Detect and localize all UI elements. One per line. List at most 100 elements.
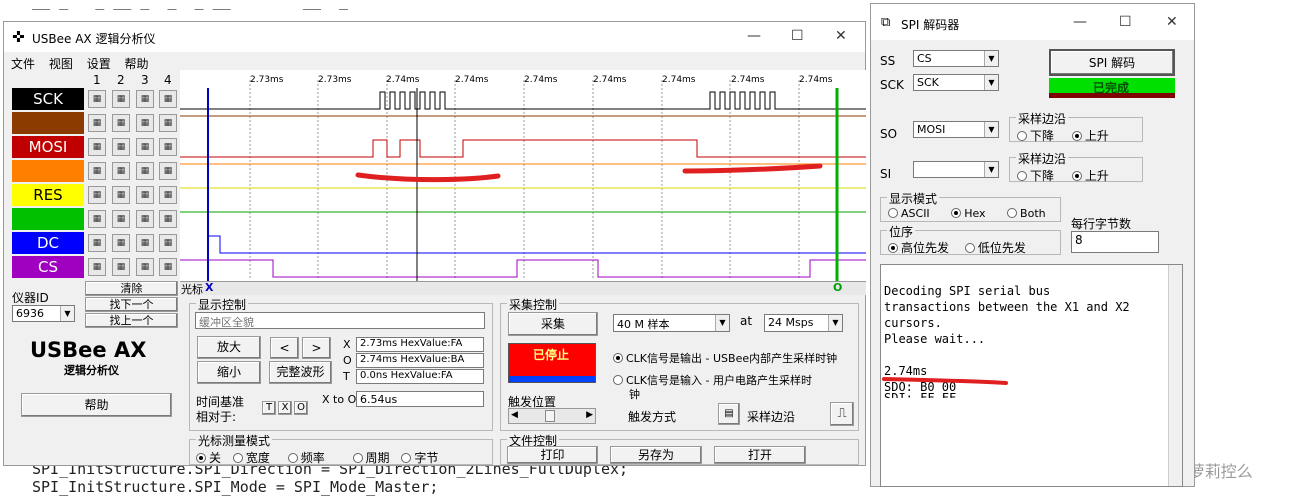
trigger-checkbox[interactable]: ▦	[159, 162, 177, 180]
trigger-checkbox[interactable]: ▦	[88, 186, 106, 204]
trigger-checkbox[interactable]: ▦	[159, 234, 177, 252]
trigger-checkbox[interactable]: ▦	[112, 162, 130, 180]
sample-edge-icon[interactable]: ⎍	[830, 402, 854, 426]
spi-decode-button[interactable]: SPI 解码	[1049, 49, 1175, 76]
trigger-checkbox[interactable]: ▦	[112, 114, 130, 132]
signal-label-ch4[interactable]	[12, 160, 84, 182]
timebase-o-button[interactable]: O	[294, 401, 308, 415]
cursor-x-marker[interactable]: X	[205, 281, 213, 294]
si-fall-radio[interactable]: 下降	[1017, 169, 1054, 183]
trigger-checkbox[interactable]: ▦	[136, 234, 154, 252]
trigger-checkbox[interactable]: ▦	[112, 258, 130, 276]
so-rise-radio[interactable]: 上升	[1071, 129, 1109, 143]
trigger-checkbox[interactable]: ▦	[136, 90, 154, 108]
trigger-checkbox[interactable]: ▦	[159, 210, 177, 228]
trigger-checkbox[interactable]: ▦	[112, 186, 130, 204]
zoom-out-button[interactable]: 缩小	[197, 361, 261, 384]
trigger-checkbox[interactable]: ▦	[112, 90, 130, 108]
signal-label-sck[interactable]: SCK	[12, 88, 84, 110]
clear-button[interactable]: 清除	[85, 281, 178, 296]
minimize-button[interactable]: —	[747, 28, 761, 44]
mode-width-radio[interactable]: 宽度	[232, 451, 270, 465]
both-radio[interactable]: Both	[1007, 207, 1046, 220]
signal-label-res[interactable]: RES	[12, 184, 84, 206]
spi-close-button[interactable]: ✕	[1166, 14, 1178, 30]
trigger-checkbox[interactable]: ▦	[159, 186, 177, 204]
so-select[interactable]: MOSI ▼	[913, 121, 999, 138]
close-button[interactable]: ✕	[835, 28, 847, 44]
clk-input-radio[interactable]: CLK信号是输入 - 用户电路产生采样时	[613, 372, 812, 388]
trigger-checkbox[interactable]: ▦	[136, 138, 154, 156]
sample-depth-select[interactable]: 40 M 样本 ▼	[613, 314, 730, 332]
lsb-first-radio[interactable]: 低位先发	[964, 241, 1026, 255]
trigger-checkbox[interactable]: ▦	[88, 138, 106, 156]
full-waveform-button[interactable]: 完整波形	[269, 361, 332, 384]
trigger-position-slider[interactable]: ◀ ▶	[508, 408, 596, 424]
mode-period-radio[interactable]: 周期	[352, 451, 390, 465]
trigger-checkbox[interactable]: ▦	[112, 210, 130, 228]
si-select[interactable]: ▼	[913, 161, 999, 178]
maximize-button[interactable]: ☐	[791, 28, 804, 44]
ss-select[interactable]: CS ▼	[913, 50, 999, 67]
scroll-left-button[interactable]: <	[270, 337, 299, 359]
trigger-checkbox[interactable]: ▦	[112, 234, 130, 252]
find-next-button[interactable]: 找下一个	[85, 297, 178, 312]
msb-first-radio[interactable]: 高位先发	[888, 241, 949, 255]
trigger-checkbox[interactable]: ▦	[136, 258, 154, 276]
menu-settings[interactable]: 设置	[87, 57, 111, 71]
si-rise-radio[interactable]: 上升	[1071, 169, 1109, 183]
scroll-right-button[interactable]: >	[302, 337, 331, 359]
trigger-checkbox[interactable]: ▦	[88, 162, 106, 180]
menu-view[interactable]: 视图	[49, 57, 73, 71]
acquire-button[interactable]: 采集	[508, 312, 598, 336]
trigger-checkbox[interactable]: ▦	[136, 210, 154, 228]
signal-label-dc[interactable]: DC	[12, 232, 84, 254]
signal-label-ch2[interactable]	[12, 112, 84, 134]
signal-label-mosi[interactable]: MOSI	[12, 136, 84, 158]
trigger-checkbox[interactable]: ▦	[136, 186, 154, 204]
sample-rate-select[interactable]: 24 Msps ▼	[764, 314, 843, 332]
clk-output-radio[interactable]: CLK信号是输出 - USBee内部产生采样时钟	[613, 350, 837, 366]
trigger-checkbox[interactable]: ▦	[88, 210, 106, 228]
print-button[interactable]: 打印	[507, 446, 598, 464]
signal-label-ch6[interactable]	[12, 208, 84, 230]
trigger-checkbox[interactable]: ▦	[136, 114, 154, 132]
trigger-checkbox[interactable]: ▦	[136, 162, 154, 180]
timebase-x-button[interactable]: X	[278, 401, 292, 415]
decode-output-scrollbar[interactable]	[1168, 265, 1182, 486]
mode-off-radio[interactable]: 关	[196, 451, 221, 465]
trigger-checkbox[interactable]: ▦	[159, 258, 177, 276]
mode-byte-radio[interactable]: 字节	[401, 451, 438, 465]
so-fall-radio[interactable]: 下降	[1017, 129, 1054, 143]
menu-help[interactable]: 帮助	[125, 57, 149, 71]
device-id-select[interactable]: 6936 ▼	[12, 305, 75, 322]
trigger-checkbox[interactable]: ▦	[159, 90, 177, 108]
trigger-checkbox[interactable]: ▦	[88, 258, 106, 276]
buffer-overview[interactable]: 缓冲区全貌	[195, 312, 485, 329]
trigger-checkbox[interactable]: ▦	[88, 90, 106, 108]
spi-minimize-button[interactable]: —	[1073, 14, 1087, 30]
help-button[interactable]: 帮助	[21, 393, 172, 417]
mode-frequency-radio[interactable]: 频率	[287, 451, 325, 465]
timebase-t-button[interactable]: T	[262, 401, 276, 415]
menu-file[interactable]: 文件	[11, 57, 35, 71]
signal-label-cs[interactable]: CS	[12, 256, 84, 278]
bytes-per-line-input[interactable]: 8	[1071, 231, 1159, 253]
trigger-checkbox[interactable]: ▦	[88, 114, 106, 132]
trigger-checkbox[interactable]: ▦	[159, 114, 177, 132]
ascii-radio[interactable]: ASCII	[888, 207, 930, 220]
trigger-mode-icon[interactable]: ▤	[718, 403, 740, 425]
cursor-o-marker[interactable]: O	[833, 281, 842, 294]
trigger-checkbox[interactable]: ▦	[159, 138, 177, 156]
clk-input-label-cont: 钟	[629, 388, 640, 401]
find-prev-button[interactable]: 找上一个	[85, 313, 178, 328]
zoom-in-button[interactable]: 放大	[197, 336, 261, 359]
save-as-button[interactable]: 另存为	[610, 446, 702, 464]
spi-maximize-button[interactable]: ☐	[1119, 14, 1132, 30]
trigger-checkbox[interactable]: ▦	[112, 138, 130, 156]
hex-radio[interactable]: Hex	[951, 207, 986, 220]
open-button[interactable]: 打开	[714, 446, 806, 464]
trigger-checkbox[interactable]: ▦	[88, 234, 106, 252]
sck-select[interactable]: SCK ▼	[913, 74, 999, 91]
